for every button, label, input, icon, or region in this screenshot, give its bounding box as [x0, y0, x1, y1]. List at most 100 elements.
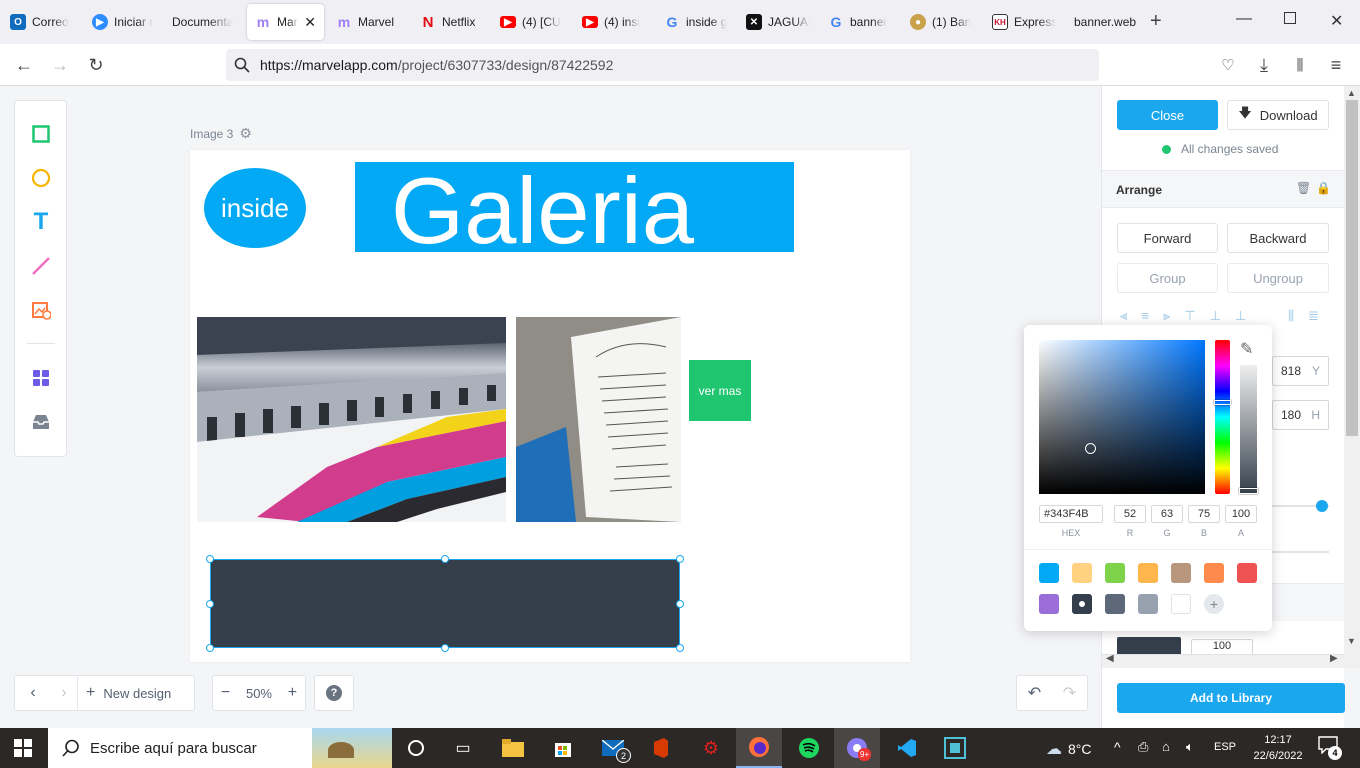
windows-start-icon[interactable] [0, 728, 46, 768]
scroll-down-icon[interactable]: ▼ [1347, 636, 1356, 646]
tab-banner-site[interactable]: ● (1) Ban [902, 4, 982, 40]
color-swatch[interactable] [1204, 563, 1224, 583]
color-swatch[interactable] [1138, 594, 1158, 614]
file-explorer-icon[interactable] [490, 728, 536, 768]
device-icon[interactable]: ⎙ [1138, 739, 1148, 755]
minimize-icon[interactable]: — [1236, 10, 1252, 28]
alpha-input[interactable]: 100 [1225, 505, 1257, 523]
inbox-icon[interactable] [28, 409, 54, 435]
align-middle-icon[interactable]: ⊥ [1210, 308, 1221, 324]
redo-icon[interactable]: ↷ [1063, 683, 1076, 703]
pocket-icon[interactable]: ♡ [1216, 53, 1240, 77]
hue-thumb[interactable] [1214, 400, 1231, 405]
ellipse-tool-icon[interactable] [28, 165, 54, 191]
artboard[interactable]: inside Galeria ver mas [190, 150, 910, 662]
color-swatch[interactable] [1072, 594, 1092, 614]
resize-handle[interactable] [441, 644, 449, 652]
tab-documenta[interactable]: Documenta [164, 4, 244, 40]
downloads-icon[interactable]: ⤓ [1252, 53, 1276, 77]
menu-icon[interactable]: ≡ [1324, 53, 1348, 77]
red-input[interactable]: 52 [1114, 505, 1146, 523]
image-tool-icon[interactable] [28, 297, 54, 323]
color-swatch[interactable] [1138, 563, 1158, 583]
trash-icon[interactable]: 🗑 [1296, 181, 1311, 195]
alpha-thumb[interactable] [1239, 488, 1258, 494]
taskbar-search-box[interactable]: Escribe aquí para buscar [48, 728, 392, 768]
resize-handle[interactable] [676, 555, 684, 563]
gear-icon[interactable]: ⚙ [239, 125, 252, 142]
task-view-icon[interactable]: ▭ [440, 728, 486, 768]
selected-rectangle[interactable] [210, 559, 680, 648]
store-icon[interactable] [540, 728, 586, 768]
tab-marvel[interactable]: m Marvel [328, 4, 408, 40]
volume-icon[interactable]: 🔈︎ [1186, 739, 1194, 755]
spotify-icon[interactable] [786, 728, 832, 768]
align-center-icon[interactable]: ≡ [1141, 308, 1149, 324]
app-gear-icon[interactable]: ⚙ [688, 728, 734, 768]
resize-handle[interactable] [206, 555, 214, 563]
restore-icon[interactable] [1284, 12, 1296, 24]
forward-button[interactable]: Forward [1117, 223, 1218, 253]
scroll-up-icon[interactable]: ▲ [1347, 88, 1356, 98]
next-design-icon[interactable]: › [51, 684, 77, 702]
tab-banner-google[interactable]: G banner [820, 4, 900, 40]
color-swatch[interactable] [1105, 594, 1125, 614]
close-button[interactable]: Close [1117, 100, 1218, 130]
tab-zoom[interactable]: ▶ Iniciar r [84, 4, 162, 40]
align-top-icon[interactable]: ⊤ [1184, 308, 1195, 324]
mail-icon[interactable]: 2 [590, 728, 636, 768]
resize-handle[interactable] [206, 644, 214, 652]
hue-slider[interactable] [1215, 340, 1230, 494]
notifications-icon[interactable]: 4 [1318, 736, 1342, 760]
vertical-scrollbar[interactable]: ▲ ▼ [1344, 86, 1360, 668]
tab-jaguar[interactable]: ✕ JAGUAI [738, 4, 818, 40]
horizontal-scrollbar[interactable]: ◀ ▶ [1102, 653, 1345, 668]
color-swatch[interactable] [1039, 563, 1059, 583]
distribute-vertical-icon[interactable]: ≣ [1308, 308, 1319, 324]
galeria-title-banner[interactable]: Galeria [355, 162, 794, 252]
align-bottom-icon[interactable]: ⊥ [1235, 308, 1246, 324]
saturation-value-area[interactable] [1039, 340, 1205, 494]
language-indicator[interactable]: ESP [1214, 741, 1236, 753]
tab-express[interactable]: KH Express [984, 4, 1064, 40]
add-to-library-button[interactable]: Add to Library [1117, 683, 1345, 713]
h-field[interactable]: 180 H [1272, 400, 1329, 430]
line-tool-icon[interactable] [28, 253, 54, 279]
clock[interactable]: 12:17 22/6/2022 [1250, 732, 1306, 764]
zoom-in-icon[interactable]: + [288, 684, 297, 702]
y-field[interactable]: 818 Y [1272, 356, 1329, 386]
lock-icon[interactable]: 🔒 [1316, 181, 1331, 195]
distribute-horizontal-icon[interactable]: ⫼ [1288, 308, 1294, 324]
forward-arrow-icon[interactable]: → [48, 53, 72, 77]
business-card-photo-image[interactable] [516, 317, 681, 522]
add-swatch-icon[interactable]: + [1204, 594, 1224, 614]
color-swatch[interactable] [1237, 563, 1257, 583]
reload-icon[interactable]: ↻ [84, 53, 108, 77]
scroll-left-icon[interactable]: ◀ [1106, 653, 1114, 664]
inside-logo-ellipse[interactable]: inside [204, 168, 306, 248]
firefox-icon[interactable] [736, 728, 782, 768]
window-close-icon[interactable]: ✕ [1330, 11, 1343, 31]
tray-expand-icon[interactable]: ^ [1114, 739, 1121, 755]
slider-thumb[interactable] [1316, 500, 1328, 512]
color-cursor[interactable] [1085, 443, 1096, 454]
previous-design-icon[interactable]: ‹ [15, 684, 51, 702]
color-swatch[interactable] [1039, 594, 1059, 614]
tab-banner-web[interactable]: banner.web [1066, 4, 1148, 40]
artboard-label[interactable]: Image 3 ⚙ [190, 125, 252, 142]
tab-inside-google[interactable]: G inside g [656, 4, 736, 40]
tab-youtube-1[interactable]: ▶ (4) [CU [492, 4, 572, 40]
hex-input[interactable]: #343F4B [1039, 505, 1103, 523]
scroll-right-icon[interactable]: ▶ [1330, 653, 1338, 664]
back-arrow-icon[interactable]: ← [12, 53, 36, 77]
resize-handle[interactable] [676, 600, 684, 608]
components-icon[interactable] [28, 365, 54, 391]
printer-photo-image[interactable] [197, 317, 506, 522]
office-icon[interactable] [638, 728, 684, 768]
tab-marvel-active[interactable]: m Marvel ✕ [247, 4, 324, 40]
library-icon[interactable]: ⫼ [1288, 53, 1312, 77]
group-button[interactable]: Group [1117, 263, 1218, 293]
text-tool-icon[interactable]: T [28, 208, 54, 235]
help-button[interactable]: ? [314, 675, 354, 711]
tab-netflix[interactable]: N Netflix [412, 4, 490, 40]
